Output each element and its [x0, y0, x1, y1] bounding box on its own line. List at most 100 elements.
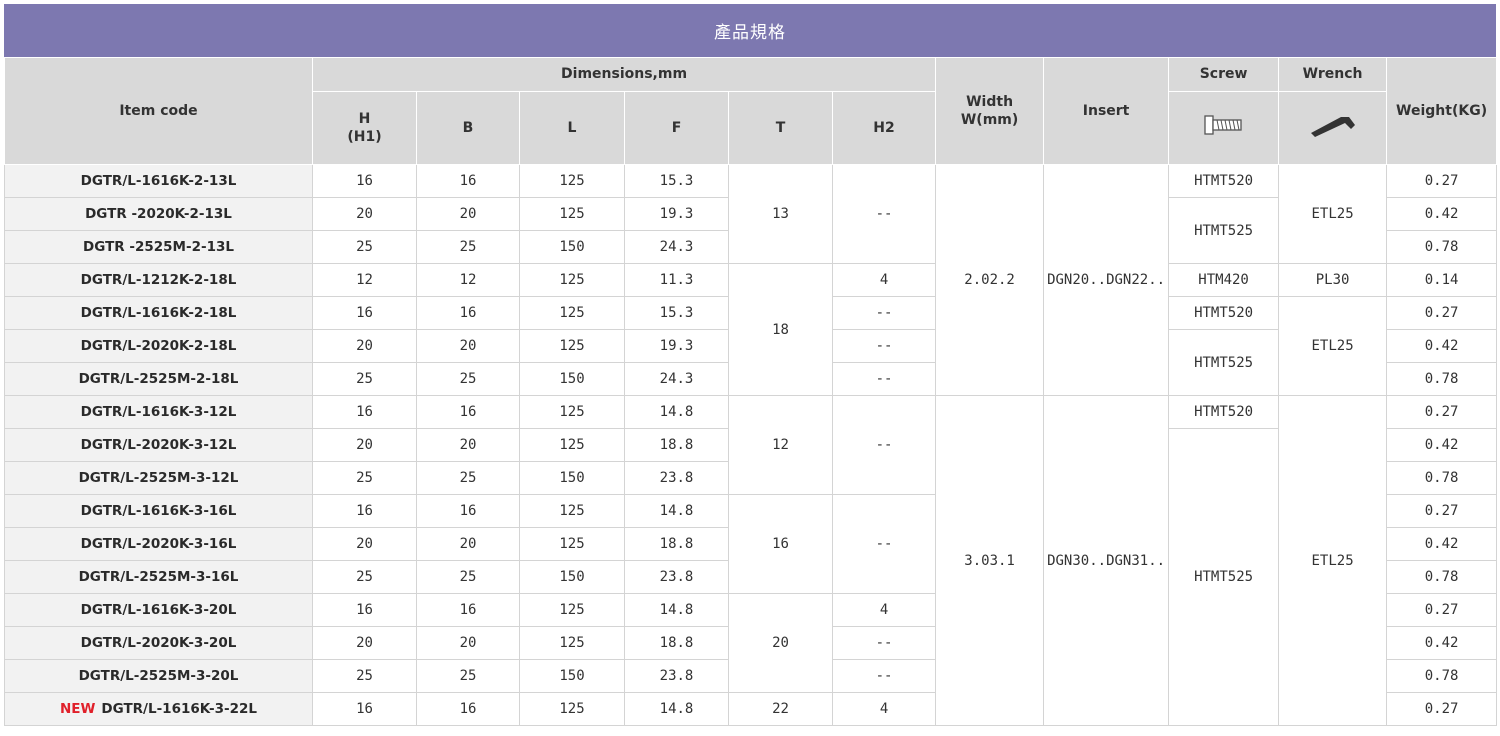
h-cell: 25: [312, 230, 417, 264]
l-cell: 150: [519, 461, 625, 495]
b-cell: 25: [416, 362, 520, 396]
screw-icon: [1203, 114, 1245, 141]
f-cell: 24.3: [624, 362, 729, 396]
f-cell: 14.8: [624, 395, 729, 429]
weight-cell: 0.42: [1386, 626, 1498, 660]
l-cell: 125: [519, 329, 625, 363]
item-code-cell: DGTR/L-2525M-2-18L: [4, 362, 313, 396]
h-cell: 16: [312, 164, 417, 198]
b-cell: 20: [416, 329, 520, 363]
t-cell: 18: [728, 263, 833, 396]
b-cell: 16: [416, 395, 520, 429]
item-code-cell: DGTR/L-2020K-2-18L: [4, 329, 313, 363]
l-cell: 125: [519, 494, 625, 528]
width-cell: 3.03.1: [935, 395, 1045, 726]
l-cell: 150: [519, 230, 625, 264]
header-h1-label: (H1): [347, 129, 382, 145]
b-cell: 20: [416, 197, 520, 231]
item-code-cell: DGTR/L-1212K-2-18L: [4, 263, 313, 297]
b-cell: 25: [416, 659, 520, 693]
table-row: DGTR/L-1616K-2-13L 16 16 125 15.3 13 -- …: [4, 164, 1498, 396]
item-code-cell: DGTR/L-1616K-3-12L: [4, 395, 313, 429]
t-cell: 12: [728, 395, 833, 495]
h-cell: 25: [312, 461, 417, 495]
weight-cell: 0.27: [1386, 692, 1498, 726]
item-code-cell: DGTR/L-2525M-3-16L: [4, 560, 313, 594]
l-cell: 125: [519, 593, 625, 627]
weight-cell: 0.42: [1386, 527, 1498, 561]
weight-cell: 0.14: [1386, 263, 1498, 297]
header-wrench: Wrench: [1278, 57, 1388, 92]
h-cell: 16: [312, 296, 417, 330]
weight-cell: 0.27: [1386, 395, 1498, 429]
insert-cell: DGN30..DGN31..: [1043, 395, 1170, 726]
h-cell: 25: [312, 659, 417, 693]
b-cell: 16: [416, 593, 520, 627]
l-cell: 125: [519, 296, 625, 330]
h-cell: 12: [312, 263, 417, 297]
f-cell: 14.8: [624, 494, 729, 528]
item-code-cell: DGTR/L-2020K-3-12L: [4, 428, 313, 462]
weight-cell: 0.78: [1386, 362, 1498, 396]
l-cell: 125: [519, 428, 625, 462]
f-cell: 11.3: [624, 263, 729, 297]
item-code-cell: DGTR/L-1616K-3-16L: [4, 494, 313, 528]
h-cell: 20: [312, 197, 417, 231]
screw-cell: HTMT525: [1168, 428, 1280, 726]
h2-cell: --: [831, 296, 937, 330]
f-cell: 15.3: [624, 164, 729, 198]
weight-cell: 0.78: [1386, 461, 1498, 495]
b-cell: 25: [416, 230, 520, 264]
new-badge: NEW: [59, 701, 96, 717]
f-cell: 23.8: [624, 659, 729, 693]
hex-key-icon: [1307, 111, 1359, 144]
f-cell: 24.3: [624, 230, 729, 264]
header-h2: H2: [831, 91, 937, 165]
l-cell: 150: [519, 560, 625, 594]
b-cell: 16: [416, 692, 520, 726]
wrench-cell: ETL25: [1278, 164, 1388, 264]
l-cell: 125: [519, 263, 625, 297]
f-cell: 14.8: [624, 593, 729, 627]
screw-cell: HTMT520: [1168, 296, 1280, 330]
f-cell: 15.3: [624, 296, 729, 330]
weight-cell: 0.27: [1386, 296, 1498, 330]
h2-cell: --: [831, 494, 937, 594]
header-h: H (H1): [312, 91, 417, 165]
l-cell: 125: [519, 692, 625, 726]
b-cell: 16: [416, 494, 520, 528]
header-b: B: [416, 91, 520, 165]
weight-cell: 0.78: [1386, 230, 1498, 264]
screw-cell: HTMT525: [1168, 329, 1280, 396]
width-cell: 2.02.2: [935, 164, 1045, 396]
b-cell: 20: [416, 527, 520, 561]
header-h-label: H: [358, 110, 371, 127]
header-width-line1: Width: [966, 93, 1014, 110]
h-cell: 16: [312, 593, 417, 627]
weight-cell: 0.78: [1386, 659, 1498, 693]
table-title: 產品規格: [4, 4, 1496, 57]
h2-cell: --: [831, 395, 937, 495]
f-cell: 19.3: [624, 329, 729, 363]
f-cell: 14.8: [624, 692, 729, 726]
weight-cell: 0.42: [1386, 329, 1498, 363]
item-code-cell: DGTR/L-1616K-3-20L: [4, 593, 313, 627]
header-width: Width W(mm): [935, 57, 1045, 165]
l-cell: 150: [519, 659, 625, 693]
f-cell: 23.8: [624, 461, 729, 495]
h-cell: 20: [312, 428, 417, 462]
h-cell: 16: [312, 395, 417, 429]
wrench-cell: PL30: [1278, 263, 1388, 297]
weight-cell: 0.27: [1386, 593, 1498, 627]
t-cell: 20: [728, 593, 833, 693]
h-cell: 16: [312, 692, 417, 726]
b-cell: 16: [416, 164, 520, 198]
header-t: T: [728, 91, 833, 165]
b-cell: 16: [416, 296, 520, 330]
h2-cell: --: [831, 659, 937, 693]
weight-cell: 0.78: [1386, 560, 1498, 594]
item-code-text: DGTR/L-1616K-3-22L: [101, 701, 258, 717]
f-cell: 18.8: [624, 527, 729, 561]
insert-cell: DGN20..DGN22..: [1043, 164, 1170, 396]
h-cell: 20: [312, 329, 417, 363]
